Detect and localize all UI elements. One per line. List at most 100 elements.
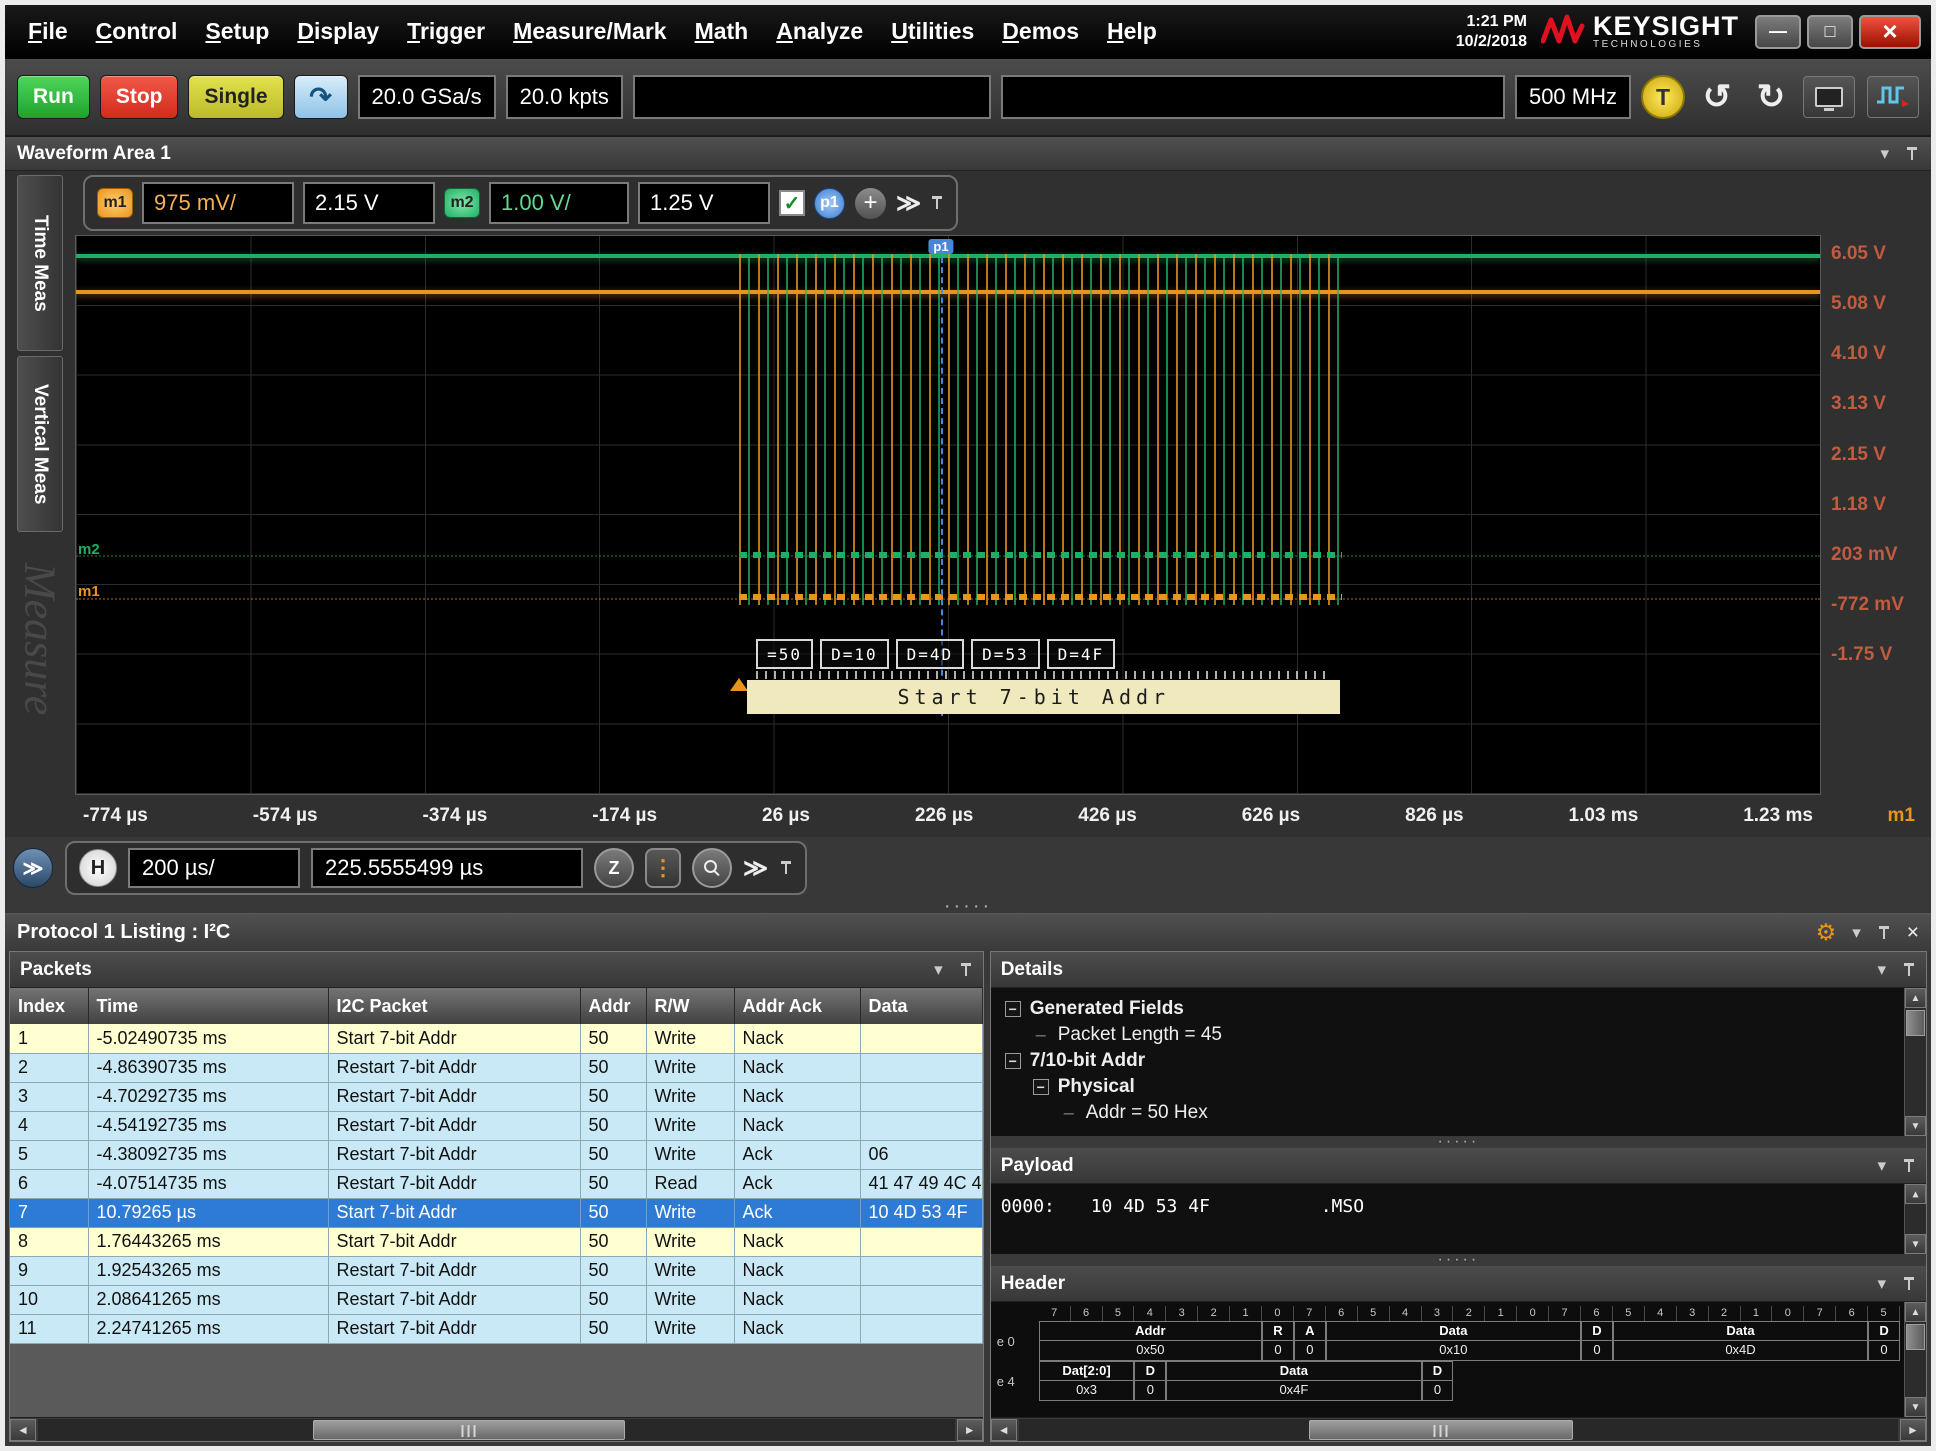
probe-p1-badge[interactable]: p1 — [814, 188, 845, 219]
tree-expander-icon[interactable] — [1033, 1027, 1049, 1043]
single-button[interactable]: Single — [188, 75, 283, 119]
header-hscrollbar[interactable]: ◄ ► — [991, 1417, 1926, 1441]
m1-scale-field[interactable]: 975 mV/ — [142, 182, 294, 224]
packet-row[interactable]: 5 -4.38092735 ms Restart 7-bit Addr 50 W… — [10, 1140, 982, 1169]
gear-icon[interactable]: ⚙ — [1816, 919, 1837, 946]
packet-row[interactable]: 6 -4.07514735 ms Restart 7-bit Addr 50 R… — [10, 1169, 982, 1198]
sidebar-tab[interactable]: Vertical Meas — [17, 356, 63, 532]
header-vscrollbar[interactable]: ▲ ▼ — [1904, 1302, 1926, 1417]
redo-button[interactable]: ↻ — [1749, 75, 1793, 119]
close-button[interactable]: × — [1859, 15, 1921, 49]
search-zoom-button[interactable] — [692, 848, 732, 888]
more-controls-icon[interactable]: ≫ — [743, 854, 768, 883]
waveform-settings-button[interactable] — [1867, 76, 1919, 118]
split-view-button[interactable]: ⋮ — [645, 848, 681, 888]
tree-item[interactable]: Physical — [997, 1074, 1898, 1100]
trigger-slope-button[interactable]: ↷ — [294, 75, 348, 119]
menu-item[interactable]: Setup — [192, 13, 282, 50]
scroll-down-button[interactable]: ▼ — [1905, 1116, 1926, 1136]
scroll-right-button[interactable]: ► — [957, 1419, 983, 1441]
packet-row[interactable]: 11 2.24741265 ms Restart 7-bit Addr 50 W… — [10, 1314, 982, 1343]
m1-ground-marker[interactable]: m1 — [78, 583, 100, 600]
packet-row[interactable]: 1 -5.02490735 ms Start 7-bit Addr 50 Wri… — [10, 1024, 982, 1053]
minimize-button[interactable]: — — [1755, 15, 1801, 49]
m2-ground-marker[interactable]: m2 — [78, 541, 100, 558]
packet-row[interactable]: 2 -4.86390735 ms Restart 7-bit Addr 50 W… — [10, 1053, 982, 1082]
dropdown-icon[interactable]: ▾ — [934, 960, 943, 980]
packet-row[interactable]: 4 -4.54192735 ms Restart 7-bit Addr 50 W… — [10, 1111, 982, 1140]
maximize-button[interactable]: □ — [1807, 15, 1853, 49]
timebase-position-field[interactable]: 225.5555499 µs — [311, 848, 583, 888]
pin-icon[interactable] — [1877, 925, 1891, 941]
scroll-down-button[interactable]: ▼ — [1905, 1397, 1926, 1417]
scroll-left-button[interactable]: ◄ — [991, 1419, 1017, 1441]
menu-item[interactable]: Math — [682, 13, 762, 50]
pin-icon[interactable] — [1902, 962, 1916, 978]
scroll-left-button[interactable]: ◄ — [10, 1419, 36, 1441]
sidebar-tab[interactable]: Time Meas — [17, 175, 63, 351]
menu-item[interactable]: Demos — [989, 13, 1092, 50]
scroll-track[interactable] — [38, 1419, 955, 1441]
column-header[interactable]: I2C Packet — [328, 988, 580, 1024]
channel-m2-badge[interactable]: m2 — [444, 188, 480, 218]
dropdown-icon[interactable]: ▾ — [1880, 144, 1889, 164]
menu-item[interactable]: Trigger — [394, 13, 498, 50]
tree-item[interactable]: Packet Length = 45 — [997, 1022, 1898, 1048]
column-header[interactable]: Time — [88, 988, 328, 1024]
column-header[interactable]: Addr Ack — [734, 988, 860, 1024]
close-panel-icon[interactable]: × — [1907, 921, 1919, 945]
packets-hscrollbar[interactable]: ◄ ► — [10, 1417, 983, 1441]
column-header[interactable]: R/W — [646, 988, 734, 1024]
scroll-down-button[interactable]: ▼ — [1905, 1234, 1926, 1254]
pin-icon[interactable] — [1902, 1276, 1916, 1292]
column-header[interactable]: Data — [860, 988, 982, 1024]
packet-row[interactable]: 8 1.76443265 ms Start 7-bit Addr 50 Writ… — [10, 1227, 982, 1256]
menu-item[interactable]: File — [15, 13, 81, 50]
panel-splitter[interactable] — [991, 1254, 1926, 1266]
packet-row[interactable]: 10 2.08641265 ms Restart 7-bit Addr 50 W… — [10, 1285, 982, 1314]
tree-expander-icon[interactable] — [1005, 1001, 1021, 1017]
details-vscrollbar[interactable]: ▲ ▼ — [1904, 988, 1926, 1136]
dropdown-icon[interactable]: ▾ — [1877, 1274, 1886, 1294]
memory-depth-field[interactable]: 20.0 kpts — [506, 75, 623, 119]
tree-item[interactable]: 7/10-bit Addr — [997, 1048, 1898, 1074]
menu-item[interactable]: Utilities — [878, 13, 987, 50]
scroll-up-button[interactable]: ▲ — [1905, 1184, 1926, 1204]
dropdown-icon[interactable]: ▾ — [1877, 1156, 1886, 1176]
tree-expander-icon[interactable] — [1061, 1105, 1077, 1121]
pin-icon[interactable] — [779, 860, 793, 876]
column-header[interactable]: Index — [10, 988, 88, 1024]
status-display-field-2[interactable] — [1001, 75, 1505, 119]
m2-scale-field[interactable]: 1.00 V/ — [489, 182, 629, 224]
m2-offset-field[interactable]: 1.25 V — [638, 182, 770, 224]
window-splitter[interactable] — [5, 899, 1931, 913]
tree-expander-icon[interactable] — [1005, 1053, 1021, 1069]
tree-item[interactable]: Addr = 50 Hex — [997, 1100, 1898, 1126]
m1-offset-field[interactable]: 2.15 V — [303, 182, 435, 224]
panel-splitter[interactable] — [991, 1136, 1926, 1148]
pin-icon[interactable] — [959, 962, 973, 978]
more-controls-icon[interactable]: ≫ — [896, 189, 921, 218]
menu-item[interactable]: Analyze — [763, 13, 876, 50]
menu-item[interactable]: Help — [1094, 13, 1170, 50]
p1-marker-label[interactable]: p1 — [928, 239, 953, 254]
trigger-level-button[interactable]: T — [1641, 75, 1685, 119]
scroll-thumb[interactable] — [1309, 1420, 1573, 1440]
scroll-thumb[interactable] — [1906, 1324, 1925, 1350]
packet-row[interactable]: 3 -4.70292735 ms Restart 7-bit Addr 50 W… — [10, 1082, 982, 1111]
dropdown-icon[interactable]: ▾ — [1877, 960, 1886, 980]
screen-capture-button[interactable] — [1803, 76, 1855, 118]
menu-item[interactable]: Measure/Mark — [500, 13, 679, 50]
timebase-scale-field[interactable]: 200 µs/ — [128, 848, 300, 888]
scroll-up-button[interactable]: ▲ — [1905, 988, 1926, 1008]
scroll-right-button[interactable]: ► — [1900, 1419, 1926, 1441]
status-display-field-1[interactable] — [633, 75, 991, 119]
add-marker-button[interactable]: + — [854, 187, 887, 220]
stop-button[interactable]: Stop — [100, 75, 179, 119]
scope-display[interactable]: p1 m2 m1 =50D=10D=4DD=53D=4F Start 7-bit… — [75, 235, 1821, 795]
payload-vscrollbar[interactable]: ▲ ▼ — [1904, 1184, 1926, 1254]
menu-item[interactable]: Display — [284, 13, 392, 50]
undo-button[interactable]: ↺ — [1695, 75, 1739, 119]
packet-row[interactable]: 7 10.79265 µs Start 7-bit Addr 50 Write … — [10, 1198, 982, 1227]
pin-icon[interactable] — [930, 195, 944, 211]
